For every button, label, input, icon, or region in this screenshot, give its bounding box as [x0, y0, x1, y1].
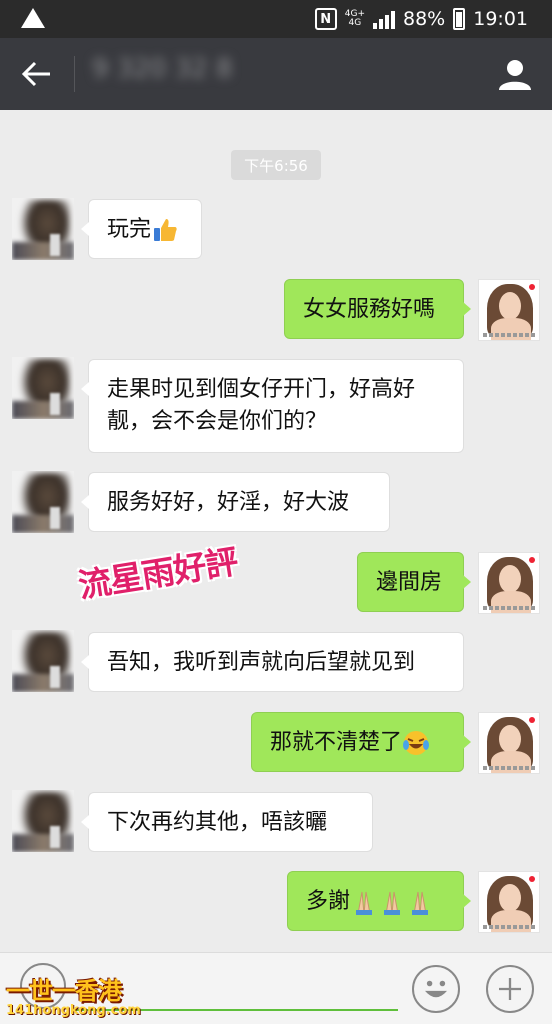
- message-bubble[interactable]: 玩完: [81, 199, 202, 259]
- message-bubble[interactable]: 多謝: [287, 871, 471, 931]
- title-divider: [74, 56, 75, 92]
- nfc-icon: N: [314, 8, 337, 30]
- contact-avatar[interactable]: [12, 198, 74, 260]
- profile-icon[interactable]: [496, 56, 534, 92]
- warning-triangle-icon: [21, 8, 45, 28]
- clock: 19:01: [473, 8, 528, 30]
- crying-laughing-icon: [403, 731, 430, 755]
- contact-avatar[interactable]: [12, 630, 74, 692]
- chat-timestamp: 下午6:56: [231, 150, 321, 180]
- my-avatar[interactable]: [478, 279, 540, 341]
- message-bubble[interactable]: 吾知，我听到声就向后望就见到: [81, 632, 464, 692]
- contact-name: 9 320 32 8: [92, 54, 233, 84]
- my-avatar[interactable]: [478, 552, 540, 614]
- signal-icon: [373, 9, 395, 29]
- thumbs-up-icon: [154, 219, 177, 241]
- back-arrow-icon[interactable]: [16, 56, 58, 92]
- message-bubble[interactable]: 女女服務好嗎: [284, 279, 471, 339]
- my-avatar[interactable]: [478, 871, 540, 933]
- network-type: 4G+ 4G: [344, 9, 365, 28]
- contact-avatar[interactable]: [12, 357, 74, 419]
- watermark-text: 流星雨好評: [75, 541, 240, 606]
- message-bubble[interactable]: 那就不清楚了: [251, 712, 471, 772]
- praying-hands-icon: [356, 891, 429, 915]
- message-bubble[interactable]: 服务好好，好淫，好大波: [81, 472, 390, 532]
- contact-avatar[interactable]: [12, 790, 74, 852]
- plus-icon[interactable]: [486, 965, 534, 1013]
- message-bubble[interactable]: 下次再约其他，唔該曬: [81, 792, 373, 852]
- battery-percent: 88%: [403, 8, 446, 30]
- contact-avatar[interactable]: [12, 471, 74, 533]
- my-avatar[interactable]: [478, 712, 540, 774]
- site-logo: 一世一香港 141hongkong.com: [6, 976, 141, 1018]
- emoji-picker-icon[interactable]: [412, 965, 460, 1013]
- title-bar: 9 320 32 8: [0, 38, 552, 110]
- message-bubble[interactable]: 邊間房: [357, 552, 471, 612]
- status-bar: N 4G+ 4G 88% 19:01: [0, 0, 552, 38]
- message-bubble[interactable]: 走果时见到個女仔开门，好高好靓，会不会是你们的？: [81, 359, 464, 453]
- battery-icon: [453, 8, 466, 30]
